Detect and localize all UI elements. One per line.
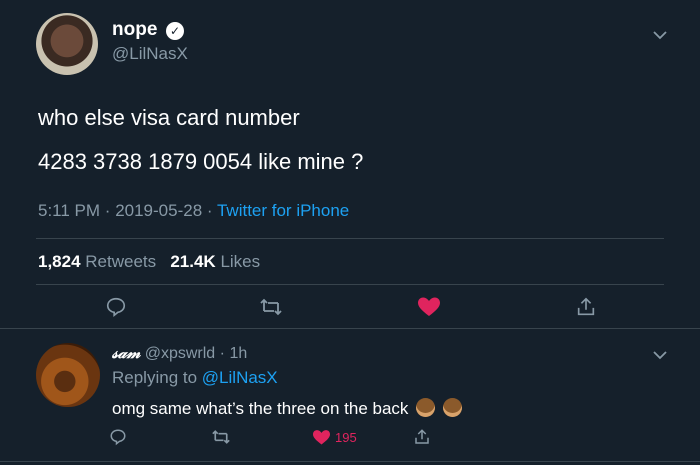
divider — [0, 328, 700, 329]
tweet-text-line-1: who else visa card number — [38, 105, 300, 130]
tweet-time[interactable]: 5:11 PM — [38, 201, 100, 220]
likes-stat[interactable]: 21.4K Likes — [170, 252, 260, 271]
retweets-count: 1,824 — [38, 252, 81, 271]
author-handle[interactable]: @LilNasX — [112, 44, 188, 64]
replying-mention[interactable]: @LilNasX — [202, 368, 278, 387]
retweets-stat[interactable]: 1,824 Retweets — [38, 252, 156, 271]
retweets-label: Retweets — [85, 252, 157, 271]
tweet-stats: 1,824 Retweets 21.4K Likes — [38, 252, 260, 272]
share-icon[interactable] — [574, 295, 598, 319]
replying-label: Replying to — [112, 368, 198, 387]
author-name[interactable]: nope — [112, 19, 157, 41]
reply-header: 𝓈𝒶𝓂 @xpswrld · 1h — [112, 343, 247, 363]
reply-reply-icon[interactable] — [108, 427, 128, 447]
reply-text-row: omg same what’s the three on the back — [112, 398, 462, 419]
replying-to: Replying to @LilNasX — [112, 368, 278, 388]
likes-count: 21.4K — [170, 252, 216, 271]
reply-retweet-icon[interactable] — [210, 427, 232, 447]
divider — [36, 284, 664, 285]
reply-options-chevron-down-icon[interactable] — [653, 347, 667, 363]
reply-share-icon[interactable] — [412, 427, 432, 447]
tweet-source[interactable]: Twitter for iPhone — [217, 201, 349, 220]
reply-author-handle[interactable]: @xpswrld — [145, 345, 215, 362]
tweet-meta: 5:11 PM · 2019-05-28 · Twitter for iPhon… — [38, 201, 349, 221]
see-no-evil-monkey-icon — [416, 398, 436, 417]
author-avatar[interactable] — [36, 13, 98, 75]
reply-age[interactable]: 1h — [229, 345, 247, 362]
meta-separator: · — [206, 201, 217, 220]
see-no-evil-monkey-icon — [442, 398, 462, 417]
reply-author-avatar[interactable] — [36, 343, 100, 407]
reply-like-heart-icon — [313, 429, 330, 444]
reply-author-name[interactable]: 𝓈𝒶𝓂 — [112, 343, 140, 362]
meta-separator: · — [219, 345, 230, 362]
retweet-icon[interactable] — [258, 295, 284, 319]
divider — [36, 238, 664, 239]
verified-badge-icon: ✓ — [166, 22, 184, 40]
reply-like-count: 195 — [335, 429, 357, 445]
reply-text: omg same what’s the three on the back — [112, 399, 409, 418]
like-heart-icon[interactable] — [416, 295, 442, 319]
reply-like-button[interactable]: 195 — [312, 427, 357, 447]
tweet-options-chevron-down-icon[interactable] — [653, 27, 667, 43]
likes-label: Likes — [220, 252, 261, 271]
tweet-date[interactable]: 2019-05-28 — [115, 201, 202, 220]
divider — [0, 461, 700, 462]
reply-icon[interactable] — [104, 295, 128, 319]
tweet-text-line-2: 4283 3738 1879 0054 like mine ? — [38, 149, 364, 174]
meta-separator: · — [104, 201, 116, 220]
